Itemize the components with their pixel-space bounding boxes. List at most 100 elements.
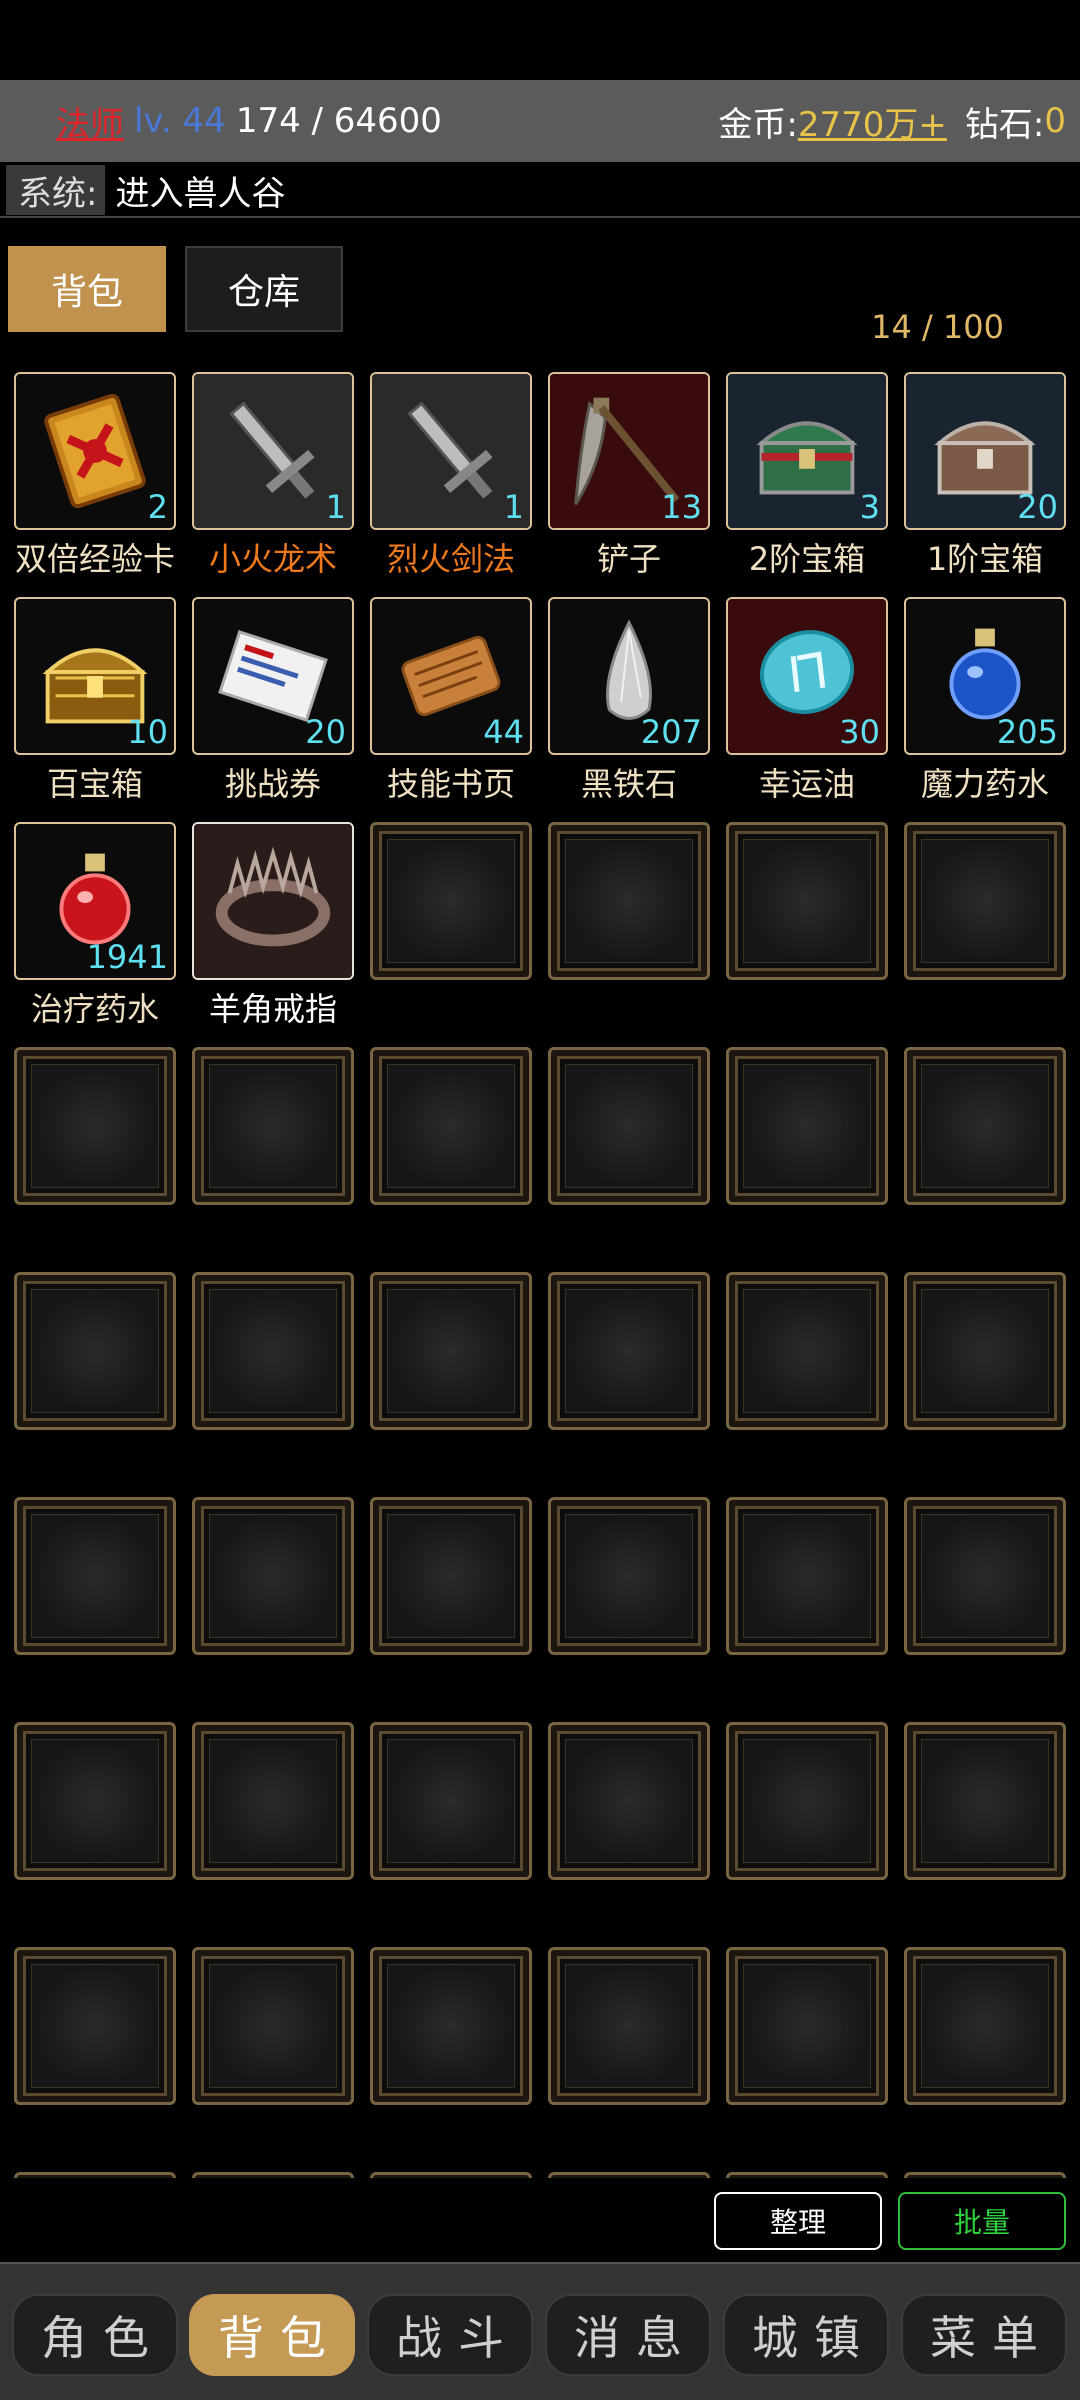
nav-battle[interactable]: 战斗 [367, 2294, 533, 2376]
inventory-item[interactable]: 1941 治疗药水 [14, 822, 176, 1028]
inventory-slot-empty[interactable] [548, 1272, 710, 1430]
nav-menu[interactable]: 菜单 [901, 2294, 1067, 2376]
player-header: 法师 lv. 44 174 / 64600 金币: 2770万+ 钻石: 0 [0, 80, 1080, 162]
inventory-slot-empty[interactable] [14, 1497, 176, 1655]
inventory-slot-empty[interactable] [904, 1047, 1066, 1205]
inventory-item[interactable]: 20 挑战券 [192, 597, 354, 803]
item-slot[interactable] [192, 822, 354, 980]
inventory-slot-empty[interactable] [904, 1722, 1066, 1880]
inventory-slot-empty[interactable] [14, 1047, 176, 1205]
inventory-slot-empty[interactable] [726, 2172, 888, 2178]
item-slot[interactable]: 20 [192, 597, 354, 755]
inventory-grid: 2 双倍经验卡 1 小火龙术 1 烈火剑法 13 铲子 3 2阶宝箱 20 1阶宝箱 10 百宝箱 20 挑战… [14, 372, 1074, 2178]
inventory-item[interactable]: 1 小火龙术 [192, 372, 354, 578]
inventory-item[interactable]: 13 铲子 [548, 372, 710, 578]
inventory-slot-empty[interactable] [726, 1722, 888, 1880]
inventory-item[interactable]: 44 技能书页 [370, 597, 532, 803]
inventory-item[interactable]: 10 百宝箱 [14, 597, 176, 803]
inventory-slot-empty[interactable] [14, 1947, 176, 2105]
item-slot[interactable]: 1941 [14, 822, 176, 980]
inventory-item[interactable]: 羊角戒指 [192, 822, 354, 1028]
inventory-item[interactable]: 2 双倍经验卡 [14, 372, 176, 578]
nav-character[interactable]: 角色 [12, 2294, 178, 2376]
inventory-slot-empty[interactable] [192, 1722, 354, 1880]
inventory-slot-empty[interactable] [726, 1047, 888, 1205]
item-slot[interactable]: 2 [14, 372, 176, 530]
inventory-slot-empty[interactable] [548, 2172, 710, 2178]
inventory-slot-empty[interactable] [14, 1272, 176, 1430]
item-quantity: 3 [859, 488, 880, 526]
empty-slot-frame [726, 1722, 888, 1880]
empty-slot-frame [192, 1947, 354, 2105]
inventory-slot-empty[interactable] [14, 2172, 176, 2178]
empty-slot-frame [14, 1047, 176, 1205]
inventory-slot-empty[interactable] [192, 2172, 354, 2178]
player-class[interactable]: 法师 [56, 97, 124, 146]
inventory-item[interactable]: 3 2阶宝箱 [726, 372, 888, 578]
inventory-item[interactable]: 205 魔力药水 [904, 597, 1066, 803]
nav-bag[interactable]: 背包 [189, 2294, 355, 2376]
inventory-slot-empty[interactable] [726, 1497, 888, 1655]
arrange-button[interactable]: 整理 [714, 2192, 882, 2250]
inventory-slot-empty[interactable] [370, 1497, 532, 1655]
batch-button[interactable]: 批量 [898, 2192, 1066, 2250]
inventory-slot-empty[interactable] [192, 1047, 354, 1205]
inventory-slot-empty[interactable] [192, 1497, 354, 1655]
item-quantity: 1941 [86, 938, 168, 976]
inventory-slot-empty[interactable] [904, 1497, 1066, 1655]
item-slot[interactable]: 10 [14, 597, 176, 755]
inventory-slot-empty[interactable] [192, 1272, 354, 1430]
inventory-item[interactable]: 1 烈火剑法 [370, 372, 532, 578]
inventory-item[interactable]: 207 黑铁石 [548, 597, 710, 803]
inventory-slot-empty[interactable] [370, 1272, 532, 1430]
inventory-slot-empty[interactable] [904, 1947, 1066, 2105]
nav-town[interactable]: 城镇 [723, 2294, 889, 2376]
inventory-slot-empty[interactable] [548, 1722, 710, 1880]
item-slot[interactable]: 30 [726, 597, 888, 755]
inventory-slot-empty[interactable] [904, 2172, 1066, 2178]
inventory-slot-empty[interactable] [14, 1722, 176, 1880]
inventory-slot-empty[interactable] [548, 822, 710, 980]
inventory-slot-empty[interactable] [548, 1047, 710, 1205]
gold-value[interactable]: 2770万+ [798, 97, 947, 146]
inventory-slot-empty[interactable] [370, 1047, 532, 1205]
inventory-slot-empty[interactable] [370, 1722, 532, 1880]
empty-slot-frame [192, 1722, 354, 1880]
empty-slot-frame [726, 1272, 888, 1430]
item-slot[interactable]: 44 [370, 597, 532, 755]
inventory-item[interactable]: 20 1阶宝箱 [904, 372, 1066, 578]
item-name: 羊角戒指 [208, 990, 337, 1028]
item-slot[interactable]: 3 [726, 372, 888, 530]
tab-bag[interactable]: 背包 [8, 246, 166, 332]
empty-slot-frame [548, 822, 710, 980]
item-slot[interactable]: 207 [548, 597, 710, 755]
item-name: 治疗药水 [30, 990, 159, 1028]
empty-slot-frame [726, 822, 888, 980]
inventory-slot-empty[interactable] [370, 2172, 532, 2178]
nav-messages[interactable]: 消息 [545, 2294, 711, 2376]
empty-slot-frame [192, 1497, 354, 1655]
item-name: 黑铁石 [580, 765, 677, 803]
system-tag: 系统: [6, 165, 106, 215]
item-slot[interactable]: 205 [904, 597, 1066, 755]
item-slot[interactable]: 13 [548, 372, 710, 530]
inventory-item[interactable]: 30 幸运油 [726, 597, 888, 803]
inventory-slot-empty[interactable] [370, 1947, 532, 2105]
item-slot[interactable]: 1 [370, 372, 532, 530]
item-quantity: 13 [661, 488, 702, 526]
empty-slot-frame [904, 1722, 1066, 1880]
bag-capacity: 14 / 100 [871, 308, 1004, 346]
item-slot[interactable]: 1 [192, 372, 354, 530]
inventory-slot-empty[interactable] [904, 1272, 1066, 1430]
inventory-slot-empty[interactable] [904, 822, 1066, 980]
inventory-slot-empty[interactable] [726, 1272, 888, 1430]
item-slot[interactable]: 20 [904, 372, 1066, 530]
inventory-slot-empty[interactable] [548, 1947, 710, 2105]
tab-warehouse[interactable]: 仓库 [185, 246, 343, 332]
item-name: 幸运油 [758, 765, 855, 803]
inventory-slot-empty[interactable] [726, 822, 888, 980]
inventory-slot-empty[interactable] [370, 822, 532, 980]
inventory-slot-empty[interactable] [192, 1947, 354, 2105]
inventory-slot-empty[interactable] [726, 1947, 888, 2105]
inventory-slot-empty[interactable] [548, 1497, 710, 1655]
